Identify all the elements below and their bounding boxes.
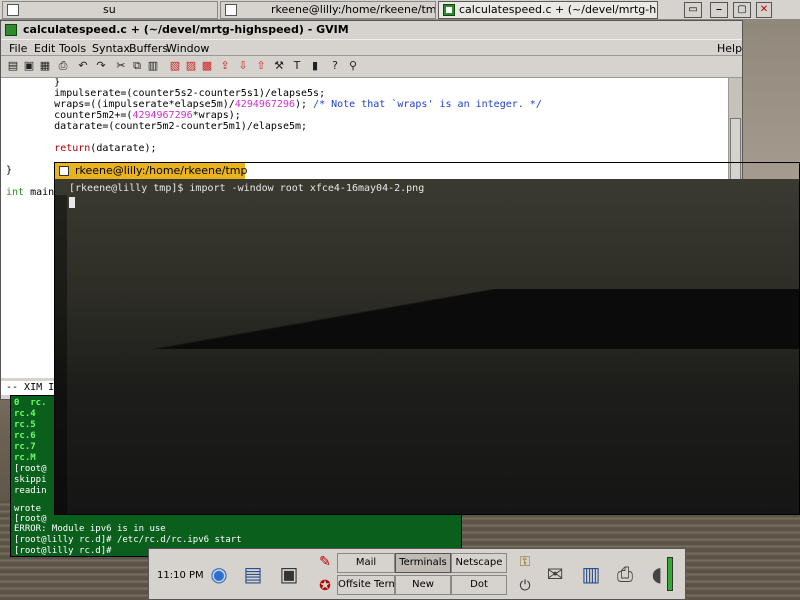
find-replace-icon[interactable]: ▧ (169, 60, 181, 72)
bottom-panel: 11:10 PM ◉ ▤ ▣ ✎ ✪ Mail Offsite Term Ter… (148, 548, 686, 600)
gvim-titlebar[interactable]: calculatespeed.c + (~/devel/mrtg-highspe… (1, 21, 742, 39)
globe-icon[interactable]: ◉ (205, 559, 233, 589)
vim-icon (443, 4, 455, 16)
menu-tools[interactable]: Tools (59, 40, 86, 57)
save-icon[interactable]: ▣ (23, 60, 35, 72)
menu-buffers[interactable]: Buffers (129, 40, 168, 57)
close-button[interactable]: ✕ (756, 2, 772, 18)
terminal-line: rc.5 (14, 420, 36, 430)
find-prev-icon[interactable]: ▩ (201, 60, 213, 72)
terminal-output[interactable]: [rkeene@lilly tmp]$ import -window root … (55, 179, 799, 514)
rkeene-terminal[interactable]: rkeene@lilly:/home/rkeene/tmp [rkeene@li… (54, 162, 800, 515)
menu-edit[interactable]: Edit (34, 40, 55, 57)
terminal-titlebar[interactable]: rkeene@lilly:/home/rkeene/tmp (55, 163, 248, 179)
terminals-button[interactable]: Terminals (395, 553, 451, 573)
paste-icon[interactable]: ▥ (147, 60, 159, 72)
menubar: File Edit Tools Syntax Buffers Window He… (1, 39, 742, 56)
menu-window[interactable]: Window (166, 40, 209, 57)
minimize-icon: ⎯ (716, 4, 722, 15)
code-line: datarate=(counter5m2-counter5m1)/elapse5… (6, 121, 308, 132)
code-line: } (6, 165, 13, 176)
text-cursor (69, 197, 75, 208)
open-icon[interactable]: ▤ (7, 60, 19, 72)
terminal-title: rkeene@lilly:/home/rkeene/tmp (75, 164, 248, 177)
terminal-command-line: [rkeene@lilly tmp]$ import -window root … (69, 183, 425, 194)
terminal-line: [root@lilly rc.d]# (14, 546, 117, 556)
window-title: calculatespeed.c + (~/devel/mrtg-highspe… (23, 23, 349, 36)
help-lifebuoy-icon[interactable]: ✪ (311, 575, 339, 597)
shell-icon[interactable]: ▮ (309, 60, 321, 72)
task-label: su (103, 3, 116, 16)
help-icon[interactable]: ? (329, 60, 341, 72)
toolbar: ▤ ▣ ▦ ⎙ ↶ ↷ ✂ ⧉ ▥ ▧ ▨ ▩ ⇪ ⇩ ⇧ ⚒ T ▮ ? ⚲ (1, 56, 742, 78)
load-session-icon[interactable]: ⇪ (219, 60, 231, 72)
tag-icon[interactable]: T (291, 60, 303, 72)
code-line: int main (6, 187, 55, 198)
window-icon: ▭ (688, 4, 698, 15)
power-icon[interactable]: ⏻ (511, 575, 539, 597)
printer-icon[interactable]: ⎙ (611, 559, 639, 589)
find-help-icon[interactable]: ⚲ (347, 60, 359, 72)
editor-icon[interactable]: ✎ (311, 551, 339, 573)
cut-icon[interactable]: ✂ (115, 60, 127, 72)
mail-button[interactable]: Mail (337, 553, 395, 573)
clock[interactable]: 11:10 PM (157, 570, 204, 581)
terminal-line: rc.6 (14, 431, 36, 441)
terminal-line: skippi (14, 475, 47, 485)
save-session-icon[interactable]: ⇩ (237, 60, 249, 72)
run-script-icon[interactable]: ⇧ (255, 60, 267, 72)
find-next-icon[interactable]: ▨ (185, 60, 197, 72)
mail-envelope-icon[interactable]: ✉ (541, 559, 569, 589)
terminal-line: rc.M (14, 453, 36, 463)
vim-icon (5, 24, 17, 36)
offsite-term-button[interactable]: Offsite Term (337, 575, 395, 595)
make-icon[interactable]: ⚒ (273, 60, 285, 72)
undo-icon[interactable]: ↶ (77, 60, 89, 72)
redo-icon[interactable]: ↷ (95, 60, 107, 72)
lock-icon[interactable]: ⚿ (511, 551, 539, 573)
task-su[interactable]: su (2, 1, 218, 19)
background-mountain (55, 289, 799, 349)
filing-cabinet-icon[interactable]: ▥ (577, 559, 605, 589)
maximize-icon: ▢ (737, 4, 747, 15)
menu-help[interactable]: Help (717, 40, 742, 57)
top-taskbar: su rkeene@lilly:/home/rkeene/tmp calcula… (0, 0, 800, 20)
terminal-line: [root@lilly rc.d]# /etc/rc.d/rc.ipv6 sta… (14, 535, 242, 545)
terminal-line: readin (14, 486, 47, 496)
terminal-scrollbar[interactable] (55, 195, 67, 514)
iconify-all-button[interactable]: ▭ (684, 2, 702, 18)
terminal-line: ERROR: Module ipv6 is in use (14, 524, 166, 534)
maximize-button[interactable]: ▢ (733, 2, 751, 18)
terminal-icon (7, 4, 19, 16)
file-manager-icon[interactable]: ▤ (239, 559, 267, 589)
terminal-launcher-icon[interactable]: ▣ (275, 559, 303, 589)
task-label: calculatespeed.c + (~/devel/mrtg-highspe… (459, 3, 657, 16)
task-rkeene-terminal[interactable]: rkeene@lilly:/home/rkeene/tmp (220, 1, 436, 19)
netscape-button[interactable]: Netscape (451, 553, 507, 573)
menu-syntax[interactable]: Syntax (92, 40, 130, 57)
save-all-icon[interactable]: ▦ (39, 60, 51, 72)
new-button[interactable]: New (395, 575, 451, 595)
terminal-line: 0 rc. (14, 398, 47, 408)
terminal-line: rc.7 (14, 442, 36, 452)
task-label: rkeene@lilly:/home/rkeene/tmp (271, 3, 436, 16)
dot-button[interactable]: Dot (451, 575, 507, 595)
copy-icon[interactable]: ⧉ (131, 60, 143, 72)
terminal-icon (225, 4, 237, 16)
minimize-button[interactable]: ⎯ (710, 2, 728, 18)
menu-file[interactable]: File (9, 40, 27, 57)
volume-meter[interactable] (667, 557, 673, 591)
close-icon: ✕ (759, 4, 769, 15)
terminal-icon (59, 166, 69, 176)
terminal-line: [root@ (14, 464, 47, 474)
task-gvim[interactable]: calculatespeed.c + (~/devel/mrtg-highspe… (438, 1, 658, 19)
code-line: return(datarate); (54, 143, 157, 154)
print-icon[interactable]: ⎙ (57, 60, 69, 72)
terminal-line: rc.4 (14, 409, 36, 419)
